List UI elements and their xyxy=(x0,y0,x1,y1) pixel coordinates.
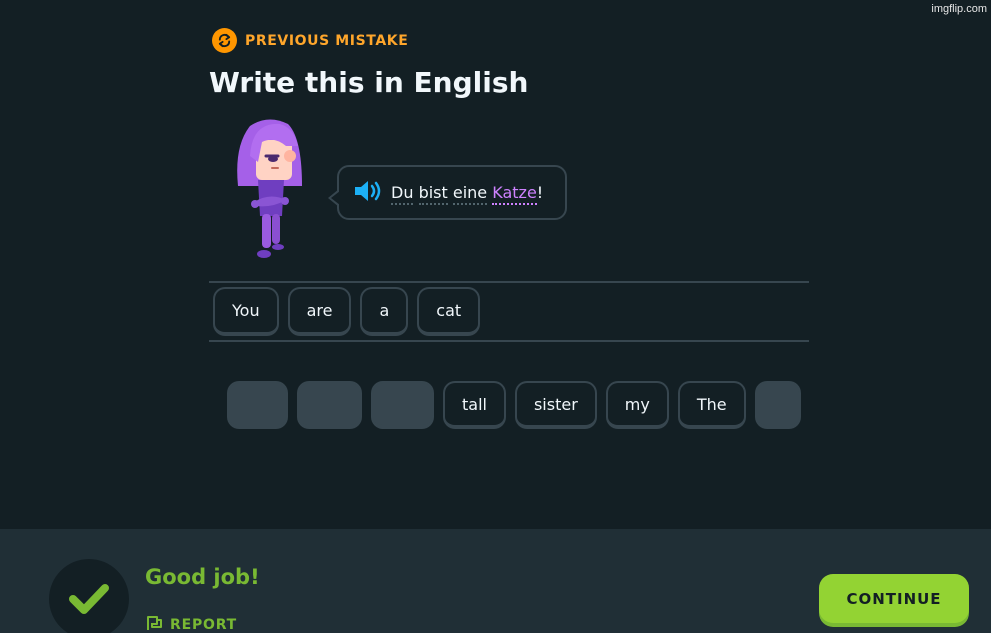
prompt-word[interactable]: eine xyxy=(452,183,488,205)
flag-icon xyxy=(146,614,163,633)
answer-tile[interactable]: You xyxy=(213,287,279,336)
speaker-icon[interactable] xyxy=(353,179,383,207)
prompt-punctuation: ! xyxy=(536,183,544,202)
word-bank-tile-used xyxy=(754,381,801,429)
feedback-status: Good job! xyxy=(145,565,260,589)
continue-button[interactable]: CONTINUE xyxy=(819,574,969,623)
word-bank-tile[interactable]: The xyxy=(677,381,746,429)
speech-bubble: Du bist eine Katze! xyxy=(328,165,567,220)
word-bank-tile-used xyxy=(371,381,434,429)
word-bank-tile-used xyxy=(297,381,362,429)
word-bank-tile-used xyxy=(227,381,288,429)
report-button[interactable]: REPORT xyxy=(146,614,237,633)
answer-tile[interactable]: cat xyxy=(417,287,481,336)
word-bank-tile[interactable]: tall xyxy=(443,381,506,429)
answer-line-top xyxy=(209,281,809,283)
watermark: imgflip.com xyxy=(931,3,987,15)
prompt-word-new[interactable]: Katze xyxy=(492,183,537,205)
prompt-sentence: Du bist eine Katze! xyxy=(391,183,544,205)
prompt-word[interactable]: bist xyxy=(418,183,448,205)
answer-line-bottom xyxy=(209,340,809,342)
page-title: Write this in English xyxy=(209,66,529,99)
word-bank-tile[interactable]: my xyxy=(605,381,669,429)
repeat-icon xyxy=(212,28,237,53)
previous-mistake-badge: PREVIOUS MISTAKE xyxy=(212,28,408,53)
success-badge xyxy=(49,559,129,633)
lesson-screen: imgflip.com PREVIOUS MISTAKE Write this … xyxy=(0,0,991,633)
feedback-footer: Good job! REPORT CONTINUE xyxy=(0,529,991,633)
previous-mistake-label: PREVIOUS MISTAKE xyxy=(245,32,409,49)
lily-character xyxy=(228,116,308,266)
word-bank-tile[interactable]: sister xyxy=(514,381,597,429)
answer-tile[interactable]: a xyxy=(360,287,409,336)
prompt-word[interactable]: Du xyxy=(391,183,414,205)
answer-tile[interactable]: are xyxy=(287,287,352,336)
checkmark-icon xyxy=(69,584,109,614)
answer-area: You are a cat xyxy=(213,287,481,336)
word-bank: tall sister my The xyxy=(227,381,801,429)
report-label: REPORT xyxy=(170,616,238,633)
